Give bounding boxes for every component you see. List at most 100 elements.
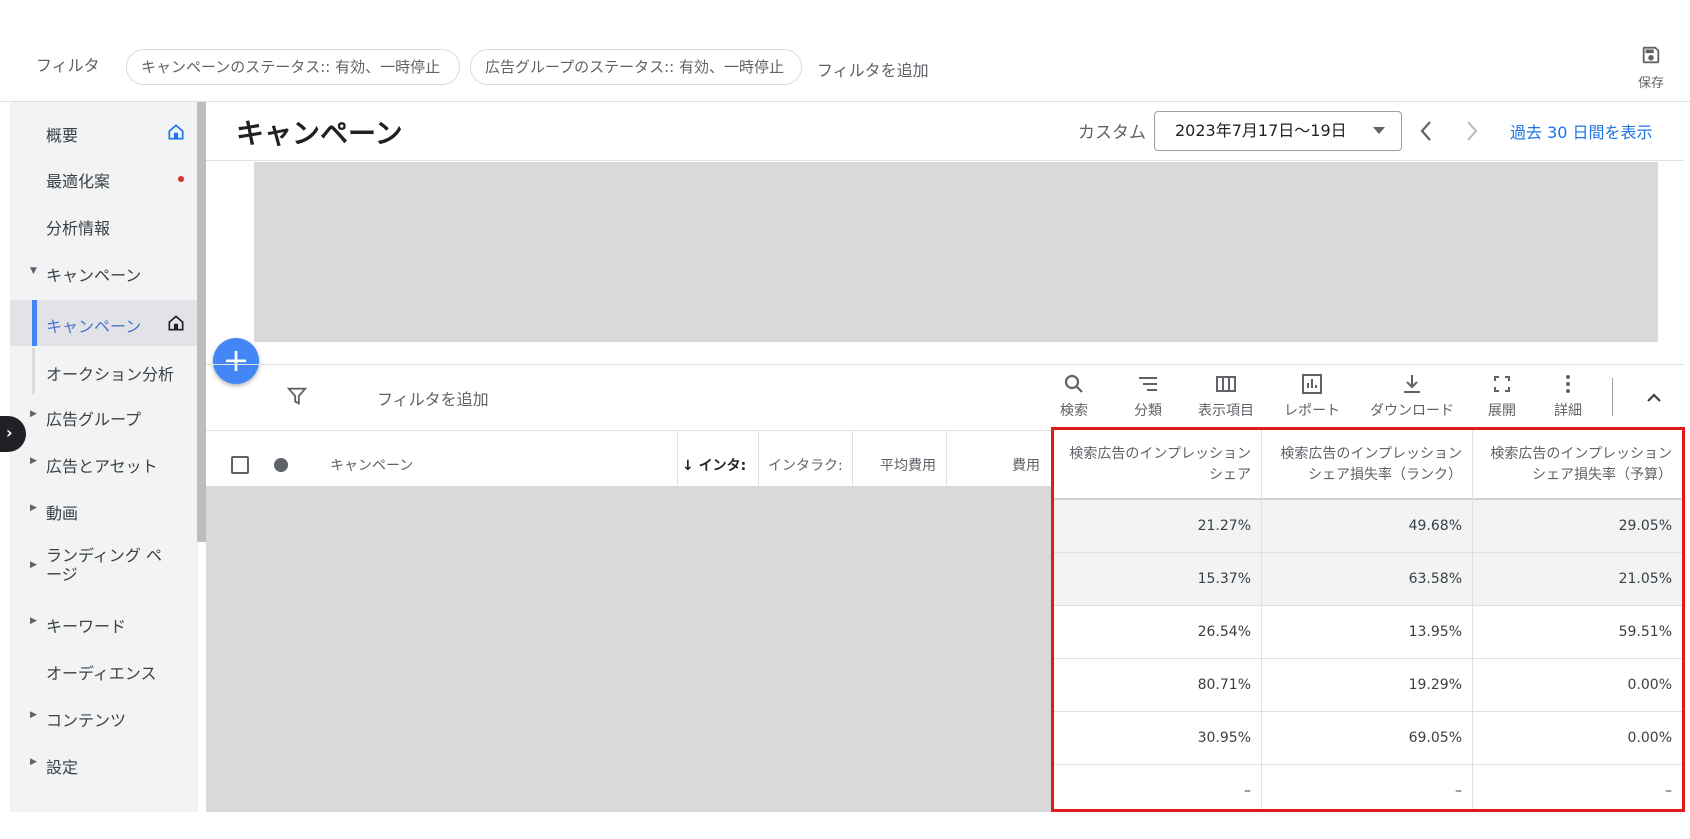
- lost-is-rank-value: 69.05%: [1408, 730, 1462, 746]
- download-button[interactable]: ダウンロード: [1366, 372, 1458, 420]
- divider: [206, 160, 1684, 161]
- fullscreen-icon: [1494, 376, 1510, 392]
- active-indicator: [32, 300, 37, 346]
- caret-right-icon: ▶: [30, 409, 37, 419]
- status-filter-icon[interactable]: [274, 458, 288, 472]
- impression-share-value: –: [1244, 783, 1251, 799]
- caret-right-icon: ▶: [30, 456, 37, 466]
- filter-chip-campaign-status[interactable]: キャンペーンのステータス:: 有効、一時停止: [126, 49, 460, 85]
- expand-button[interactable]: 展開: [1486, 372, 1518, 420]
- column-divider[interactable]: [946, 430, 947, 486]
- divider: [1612, 378, 1613, 416]
- lost-is-rank-value: –: [1455, 783, 1462, 799]
- chevron-left-icon[interactable]: [1414, 116, 1438, 146]
- chevron-right-icon: ›: [6, 423, 13, 442]
- table-row[interactable]: – – –: [1054, 765, 1682, 818]
- table-row[interactable]: 80.71% 19.29% 0.00%: [1054, 659, 1682, 712]
- home-icon: [168, 315, 184, 331]
- table-body-redacted: [206, 486, 1052, 812]
- search-label: 検索: [1060, 403, 1088, 419]
- lost-is-rank-value: 49.68%: [1408, 518, 1462, 534]
- sidebar-item-label: 分析情報: [46, 219, 111, 238]
- sidebar-item-campaigns[interactable]: キャンペーン: [10, 300, 198, 346]
- date-range-select[interactable]: 2023年7月17日〜19日: [1154, 111, 1402, 151]
- sidebar-item-recommendations[interactable]: 最適化案: [10, 162, 198, 192]
- column-header-interactions[interactable]: ↓ インタ:: [682, 455, 746, 475]
- table-row[interactable]: 26.54% 13.95% 59.51%: [1054, 606, 1682, 659]
- more-button[interactable]: 詳細: [1552, 372, 1584, 420]
- save-button[interactable]: 保存: [1628, 40, 1674, 96]
- caret-right-icon: ▶: [30, 503, 37, 513]
- header-line: 検索広告のインプレッション: [1490, 446, 1672, 462]
- sidebar-item-label: キーワード: [46, 617, 127, 636]
- caret-down-icon: ▼: [30, 266, 37, 276]
- sidebar-item-insights[interactable]: 分析情報: [10, 209, 198, 239]
- sidebar-item-videos[interactable]: ▶ 動画: [10, 494, 198, 524]
- lost-is-budget-value: –: [1665, 783, 1672, 799]
- sidebar-item-content[interactable]: ▶ コンテンツ: [10, 701, 198, 731]
- select-all-checkbox[interactable]: [231, 456, 249, 474]
- column-header-interaction-rate[interactable]: インタラク:: [768, 455, 843, 475]
- segment-button[interactable]: 分類: [1130, 372, 1166, 420]
- lost-is-budget-value: 0.00%: [1627, 677, 1672, 693]
- column-divider[interactable]: [758, 430, 759, 486]
- header-line: シェア損失率（予算）: [1532, 467, 1672, 483]
- sidebar-item-label: 広告グループ: [46, 410, 142, 429]
- column-header-avg-cost[interactable]: 平均費用: [880, 455, 936, 475]
- chevron-right-icon[interactable]: [1460, 116, 1484, 146]
- table-row[interactable]: 15.37% 63.58% 21.05%: [1054, 553, 1682, 606]
- sidebar-item-label: 設定: [46, 758, 79, 777]
- table-row[interactable]: 30.95% 69.05% 0.00%: [1054, 712, 1682, 765]
- search-button[interactable]: 検索: [1056, 372, 1092, 420]
- column-header-interactions-label: インタ:: [698, 458, 747, 474]
- sidebar-scrollbar[interactable]: [197, 102, 206, 542]
- sidebar-item-label: オーディエンス: [46, 664, 157, 683]
- more-vert-icon: [1566, 375, 1570, 393]
- more-label: 詳細: [1554, 403, 1582, 419]
- column-divider[interactable]: [677, 430, 678, 486]
- sidebar-item-auction-insights[interactable]: オークション分析: [32, 348, 198, 394]
- impression-share-value: 80.71%: [1197, 677, 1251, 693]
- sidebar-item-keywords[interactable]: ▶ キーワード: [10, 607, 198, 637]
- lost-is-rank-value: 19.29%: [1408, 677, 1462, 693]
- lost-is-budget-value: 29.05%: [1618, 518, 1672, 534]
- sidebar-item-audiences[interactable]: オーディエンス: [10, 654, 198, 684]
- sidebar-item-settings[interactable]: ▶ 設定: [10, 748, 198, 778]
- table-row[interactable]: 21.27% 49.68% 29.05%: [1054, 500, 1682, 553]
- columns-button[interactable]: 表示項目: [1194, 372, 1258, 420]
- sidebar-item-ads-assets[interactable]: ▶ 広告とアセット: [10, 447, 198, 477]
- caret-right-icon: ▶: [30, 616, 37, 626]
- sidebar-item-overview[interactable]: 概要: [10, 116, 198, 146]
- download-label: ダウンロード: [1370, 403, 1454, 419]
- filter-chip-adgroup-status[interactable]: 広告グループのステータス:: 有効、一時停止: [470, 49, 802, 85]
- sidebar-item-label: ランディング ページ: [46, 546, 162, 584]
- create-button[interactable]: +: [213, 338, 259, 384]
- reports-button[interactable]: レポート: [1280, 372, 1344, 420]
- add-filter-link[interactable]: フィルタを追加: [817, 57, 929, 81]
- save-icon: [1642, 46, 1660, 64]
- chevron-up-icon[interactable]: [1642, 386, 1666, 410]
- impression-share-value: 15.37%: [1197, 571, 1251, 587]
- header-line: シェア: [1209, 467, 1251, 483]
- download-icon: [1404, 375, 1420, 393]
- sort-down-icon: ↓: [682, 458, 699, 474]
- column-header-search-lost-is-budget[interactable]: 検索広告のインプレッション シェア損失率（予算）: [1472, 430, 1682, 500]
- reports-label: レポート: [1284, 403, 1340, 419]
- lost-is-budget-value: 0.00%: [1627, 730, 1672, 746]
- add-filter-button[interactable]: フィルタを追加: [377, 386, 489, 410]
- column-header-cost[interactable]: 費用: [1012, 455, 1040, 475]
- search-icon: [1064, 374, 1083, 393]
- lost-is-budget-value: 59.51%: [1618, 624, 1672, 640]
- column-header-search-lost-is-rank[interactable]: 検索広告のインプレッション シェア損失率（ランク）: [1261, 430, 1472, 500]
- column-divider: [1472, 430, 1473, 809]
- bar-chart-icon: [1302, 374, 1322, 394]
- column-divider[interactable]: [852, 430, 853, 486]
- header-line: 検索広告のインプレッション: [1280, 446, 1462, 462]
- show-past-30-days-link[interactable]: 過去 30 日間を表示: [1510, 119, 1653, 143]
- sidebar-item-ad-groups[interactable]: ▶ 広告グループ: [10, 400, 198, 430]
- filter-icon[interactable]: [286, 385, 308, 407]
- sidebar-item-landing-pages[interactable]: ▶ ランディング ページ: [10, 544, 198, 588]
- column-header-campaign[interactable]: キャンペーン: [330, 455, 413, 475]
- sidebar-item-campaigns-group[interactable]: ▼ キャンペーン: [10, 256, 198, 286]
- column-header-search-impression-share[interactable]: 検索広告のインプレッション シェア: [1054, 430, 1261, 500]
